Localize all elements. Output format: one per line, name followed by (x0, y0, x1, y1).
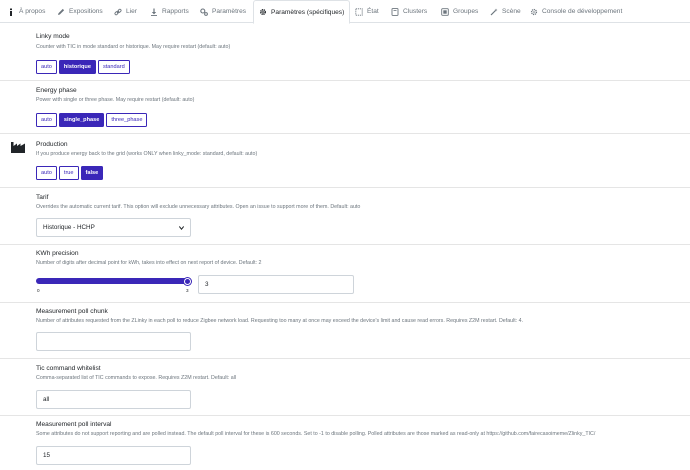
tarif-title: Tarif (36, 194, 49, 201)
tab-label: Clusters (403, 8, 428, 15)
tab-reports[interactable]: Rapports (150, 0, 189, 23)
energy-phase-three-phase-button[interactable]: three_phase (106, 113, 148, 127)
tab-bind[interactable]: Lier (114, 0, 137, 23)
linky-mode-standard-button[interactable]: standard (97, 60, 130, 74)
measurement-poll-interval-description: Some attributes do not support reporting… (36, 431, 596, 437)
tab-settings[interactable]: Paramètres (200, 0, 246, 23)
section-divider (0, 133, 690, 134)
energy-phase-description: Power with single or three phase. May re… (36, 97, 195, 103)
tab-specific-settings[interactable]: Paramètres (spécifiques) (253, 0, 351, 24)
measurement-poll-chunk-title: Measurement poll chunk (36, 308, 108, 315)
tab-label: Paramètres (212, 8, 247, 15)
energy-phase-title: Energy phase (36, 87, 77, 94)
chevron-down-icon (179, 226, 184, 230)
measurement-poll-chunk-input[interactable] (36, 332, 191, 351)
tarif-description: Overrides the automatic current tarif. T… (36, 204, 361, 210)
clusters-icon (391, 7, 399, 16)
pencil-icon (57, 8, 65, 16)
tab-scene[interactable]: Scène (490, 0, 521, 23)
download-icon (150, 8, 158, 16)
linky-mode-options: auto historique standard (36, 60, 132, 74)
production-false-button[interactable]: false (80, 166, 104, 180)
info-icon (7, 8, 15, 16)
tic-command-whitelist-description: Comma-separated list of TIC commands to … (36, 375, 237, 381)
tab-dev-console[interactable]: Console de développement (530, 0, 622, 23)
linky-mode-description: Counter with TIC in mode standard or his… (36, 44, 231, 50)
production-title: Production (36, 141, 68, 148)
factory-icon (11, 142, 25, 153)
kwh-precision-input[interactable]: 3 (198, 275, 354, 294)
linky-mode-title: Linky mode (36, 33, 70, 40)
section-divider (0, 80, 690, 81)
measurement-poll-chunk-description: Number of attributes requested from the … (36, 318, 524, 324)
kwh-precision-slider[interactable] (36, 278, 191, 284)
tab-state[interactable]: État (355, 0, 379, 23)
tab-expositions[interactable]: Expositions (57, 0, 103, 23)
section-divider (0, 358, 690, 359)
tarif-select-value: Historique - HCHP (43, 224, 95, 231)
section-divider (0, 244, 690, 245)
state-icon (355, 7, 363, 16)
link-icon (114, 8, 122, 16)
measurement-poll-interval-title: Measurement poll interval (36, 421, 112, 428)
energy-phase-single-phase-button[interactable]: single_phase (58, 113, 105, 127)
tab-label: État (367, 8, 379, 15)
gear-icon (259, 8, 267, 16)
tab-bar: À propos Expositions Lier Rapports Param… (0, 0, 690, 24)
kwh-precision-title: KWh precision (36, 250, 79, 257)
tarif-select[interactable]: Historique - HCHP (36, 218, 191, 237)
tab-label: Paramètres (spécifiques) (271, 8, 345, 16)
kwh-precision-description: Number of digits after decimal point for… (36, 260, 262, 266)
tab-groups[interactable]: Groupes (441, 0, 478, 23)
production-true-button[interactable]: true (58, 166, 79, 180)
tab-label: Lier (126, 8, 137, 15)
tab-label: Expositions (69, 8, 103, 15)
production-options: auto true false (36, 166, 105, 180)
tab-label: Groupes (453, 8, 479, 15)
section-divider (0, 415, 690, 416)
kwh-precision-slider-thumb[interactable] (184, 277, 191, 285)
linky-mode-historique-button[interactable]: historique (58, 60, 96, 74)
groups-icon (441, 7, 449, 16)
gears-icon (200, 7, 208, 16)
tab-about[interactable]: À propos (7, 0, 45, 23)
kwh-precision-min-label: 0 (37, 288, 40, 293)
kwh-precision-max-label: 3 (186, 288, 189, 293)
wand-icon (490, 8, 498, 16)
production-description: If you produce energy back to the grid (… (36, 151, 258, 157)
settings-icon (530, 8, 538, 16)
tab-label: Console de développement (542, 8, 623, 15)
tic-command-whitelist-input[interactable]: all (36, 390, 191, 409)
tab-label: Rapports (162, 8, 189, 15)
energy-phase-options: auto single_phase three_phase (36, 113, 149, 127)
tab-label: Scène (502, 8, 521, 15)
tab-clusters[interactable]: Clusters (391, 0, 427, 23)
measurement-poll-interval-input[interactable]: 15 (36, 446, 191, 465)
energy-phase-auto-button[interactable]: auto (36, 113, 57, 127)
production-auto-button[interactable]: auto (36, 166, 57, 180)
tic-command-whitelist-title: Tic command whitelist (36, 365, 101, 372)
section-divider (0, 302, 690, 303)
section-divider (0, 187, 690, 188)
linky-mode-auto-button[interactable]: auto (36, 60, 57, 74)
tab-label: À propos (19, 8, 46, 15)
